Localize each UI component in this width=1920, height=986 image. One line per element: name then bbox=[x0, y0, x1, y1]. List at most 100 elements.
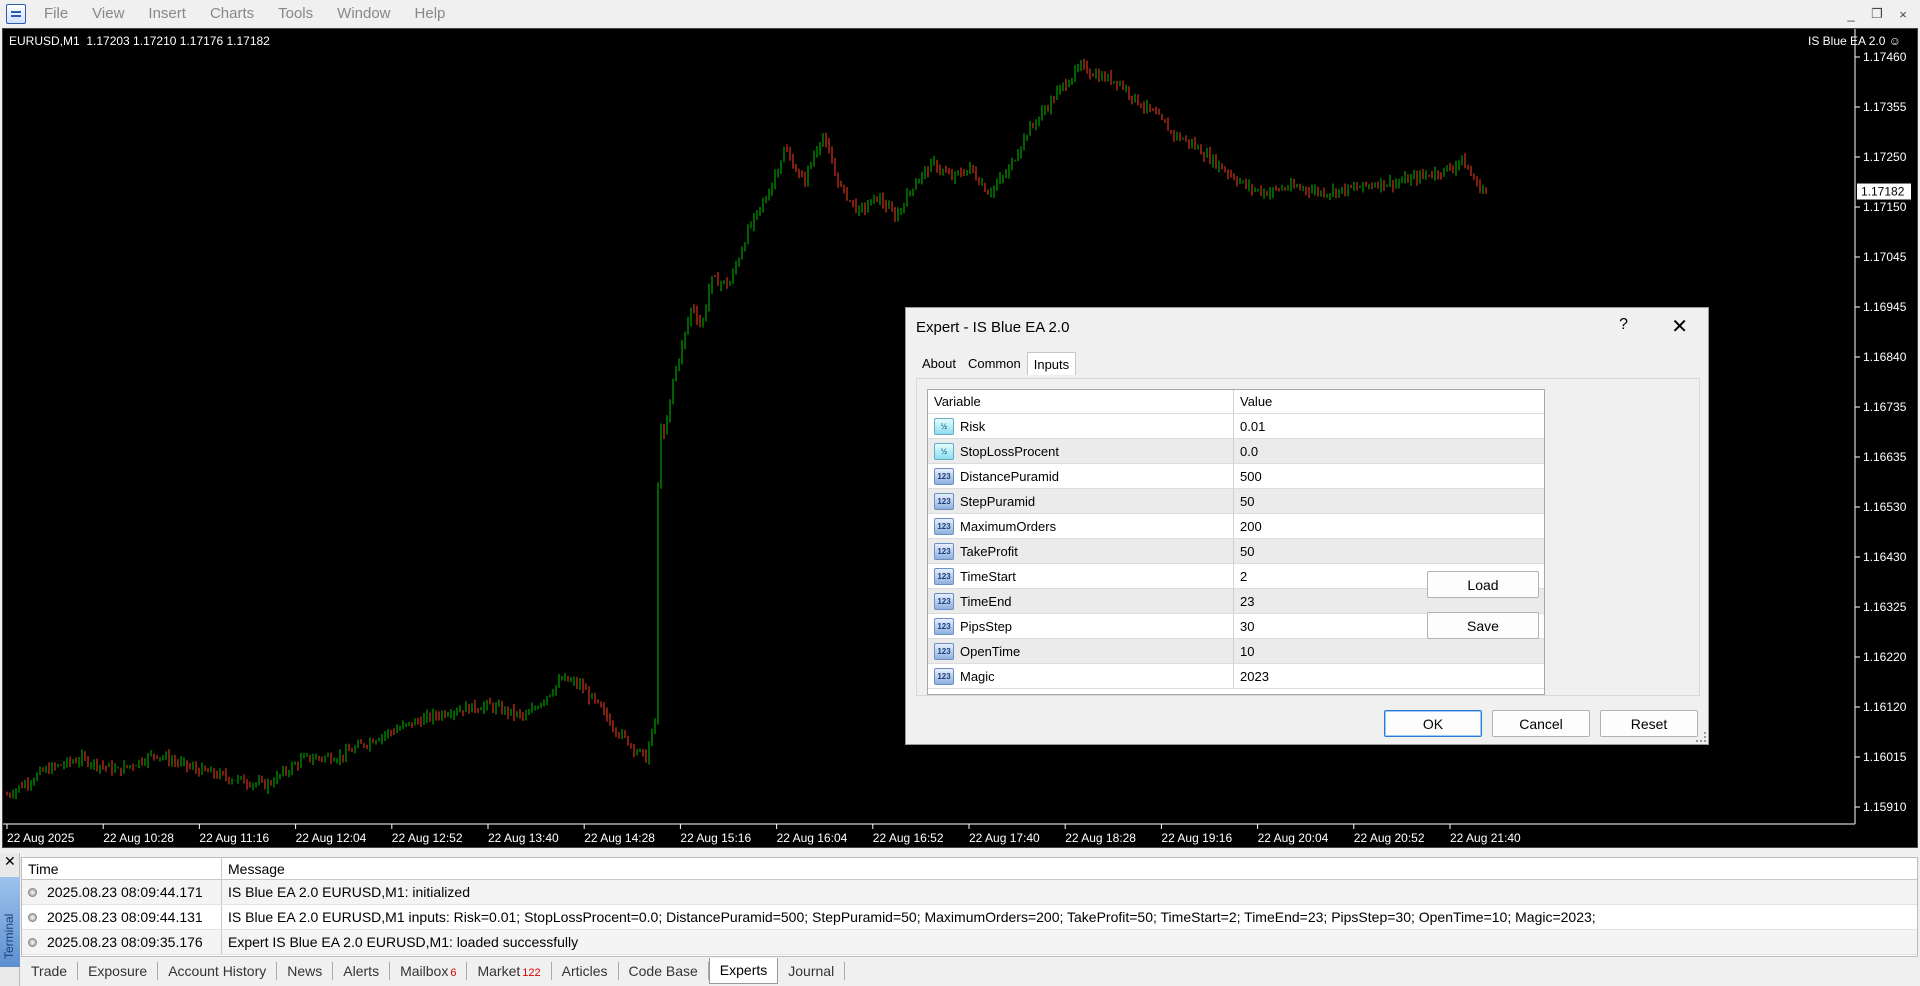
tab-label: Code Base bbox=[628, 963, 698, 979]
column-message[interactable]: Message bbox=[222, 858, 1917, 879]
tab-label: Account History bbox=[168, 963, 267, 979]
reset-button[interactable]: Reset bbox=[1600, 710, 1698, 737]
input-variable: 123 StepPuramid bbox=[928, 489, 1234, 513]
tab-articles[interactable]: Articles bbox=[552, 962, 619, 980]
integer-icon: 123 bbox=[934, 542, 954, 560]
minimize-icon[interactable]: _ bbox=[1838, 7, 1864, 22]
expert-label: IS Blue EA 2.0 ☺ bbox=[1808, 34, 1901, 48]
restore-icon[interactable]: ❐ bbox=[1864, 6, 1890, 22]
integer-icon: 123 bbox=[934, 592, 954, 610]
time-label: 22 Aug 10:28 bbox=[103, 831, 174, 845]
price-label: 1.16735 bbox=[1863, 400, 1907, 414]
table-row[interactable]: 123 StepPuramid 50 bbox=[928, 489, 1544, 514]
tab-common[interactable]: Common bbox=[962, 352, 1027, 375]
tab-trade[interactable]: Trade bbox=[21, 962, 79, 980]
table-row[interactable]: 123 MaximumOrders 200 bbox=[928, 514, 1544, 539]
menu-tools[interactable]: Tools bbox=[266, 0, 325, 28]
log-row[interactable]: 2025.08.23 08:09:44.131 IS Blue EA 2.0 EU… bbox=[22, 905, 1917, 930]
log-message: IS Blue EA 2.0 EURUSD,M1: initialized bbox=[228, 884, 470, 900]
log-message: Expert IS Blue EA 2.0 EURUSD,M1: loaded … bbox=[228, 934, 579, 950]
double-icon: ½ bbox=[934, 417, 954, 435]
table-row[interactable]: 123 TakeProfit 50 bbox=[928, 539, 1544, 564]
table-header: Variable Value bbox=[928, 390, 1544, 414]
log-header: Time Message bbox=[22, 858, 1917, 880]
time-label: 22 Aug 12:52 bbox=[392, 831, 463, 845]
menu-file[interactable]: File bbox=[32, 0, 80, 28]
input-variable-name: TakeProfit bbox=[960, 543, 1018, 559]
dialog-tabs: About Common Inputs bbox=[916, 352, 1077, 375]
close-icon[interactable]: ✕ bbox=[4, 853, 16, 870]
menu-insert[interactable]: Insert bbox=[136, 0, 198, 28]
terminal-sidebar: ✕ Terminal bbox=[0, 853, 20, 986]
inputs-table: Variable Value ½ Risk 0.01 ½ StopLossProcent… bbox=[927, 389, 1545, 695]
input-variable: ½ StopLossProcent bbox=[928, 439, 1234, 463]
input-variable: 123 TimeStart bbox=[928, 564, 1234, 588]
price-label: 1.16945 bbox=[1863, 300, 1907, 314]
input-variable-name: DistancePuramid bbox=[960, 468, 1059, 484]
tab-exposure[interactable]: Exposure bbox=[78, 962, 159, 980]
input-variable: 123 OpenTime bbox=[928, 639, 1234, 663]
menu-window[interactable]: Window bbox=[325, 0, 402, 28]
table-row[interactable]: 123 Magic 2023 bbox=[928, 664, 1544, 689]
tab-label: Experts bbox=[719, 962, 768, 978]
integer-icon: 123 bbox=[934, 467, 954, 485]
input-value[interactable]: 500 bbox=[1234, 464, 1544, 488]
tab-alerts[interactable]: Alerts bbox=[333, 962, 391, 980]
input-value[interactable]: 0.01 bbox=[1234, 414, 1544, 438]
input-value[interactable]: 10 bbox=[1234, 639, 1544, 663]
tab-inputs[interactable]: Inputs bbox=[1026, 352, 1077, 375]
price-label: 1.17355 bbox=[1863, 100, 1907, 114]
tab-label: Trade bbox=[31, 963, 68, 979]
resize-grip-icon[interactable] bbox=[1696, 732, 1706, 742]
log-row[interactable]: 2025.08.23 08:09:44.171 IS Blue EA 2.0 EU… bbox=[22, 880, 1917, 905]
integer-icon: 123 bbox=[934, 617, 954, 635]
tab-code-base[interactable]: Code Base bbox=[619, 962, 709, 980]
close-icon[interactable]: ✕ bbox=[1671, 314, 1688, 339]
log-row[interactable]: 2025.08.23 08:09:35.176 Expert IS Blue EA… bbox=[22, 930, 1917, 955]
menu-charts[interactable]: Charts bbox=[198, 0, 266, 28]
tab-experts[interactable]: Experts bbox=[708, 958, 779, 984]
tab-label: Mailbox bbox=[400, 963, 449, 979]
column-variable[interactable]: Variable bbox=[928, 390, 1234, 413]
column-time[interactable]: Time bbox=[22, 858, 222, 879]
log-time-text: 2025.08.23 08:09:44.171 bbox=[47, 884, 203, 900]
integer-icon: 123 bbox=[934, 517, 954, 535]
input-value[interactable]: 50 bbox=[1234, 539, 1544, 563]
input-variable: ½ Risk bbox=[928, 414, 1234, 438]
input-variable: 123 TakeProfit bbox=[928, 539, 1234, 563]
input-value[interactable]: 0.0 bbox=[1234, 439, 1544, 463]
time-label: 22 Aug 20:04 bbox=[1258, 831, 1329, 845]
input-variable-name: Risk bbox=[960, 418, 986, 434]
menu-help[interactable]: Help bbox=[403, 0, 458, 28]
log-time: 2025.08.23 08:09:44.171 bbox=[22, 880, 222, 904]
price-label: 1.16430 bbox=[1863, 550, 1907, 564]
price-label: 1.15910 bbox=[1863, 800, 1907, 814]
table-row[interactable]: 123 DistancePuramid 500 bbox=[928, 464, 1544, 489]
tab-journal[interactable]: Journal bbox=[778, 962, 846, 980]
tab-mailbox[interactable]: Mailbox 6 bbox=[390, 962, 468, 980]
table-row[interactable]: 123 OpenTime 10 bbox=[928, 639, 1544, 664]
table-row[interactable]: ½ StopLossProcent 0.0 bbox=[928, 439, 1544, 464]
price-label: 1.16120 bbox=[1863, 700, 1907, 714]
input-variable: 123 Magic bbox=[928, 664, 1234, 688]
load-button[interactable]: Load bbox=[1427, 571, 1539, 598]
expert-properties-dialog: Expert - IS Blue EA 2.0 ? ✕ About Common… bbox=[905, 307, 1709, 745]
input-value[interactable]: 200 bbox=[1234, 514, 1544, 538]
input-value[interactable]: 50 bbox=[1234, 489, 1544, 513]
input-value[interactable]: 2023 bbox=[1234, 664, 1544, 688]
menu-bar: File View Insert Charts Tools Window Hel… bbox=[0, 0, 1920, 28]
menu-view[interactable]: View bbox=[80, 0, 136, 28]
column-value[interactable]: Value bbox=[1234, 390, 1544, 413]
time-label: 22 Aug 13:40 bbox=[488, 831, 559, 845]
table-row[interactable]: ½ Risk 0.01 bbox=[928, 414, 1544, 439]
tab-market[interactable]: Market 122 bbox=[467, 962, 552, 980]
cancel-button[interactable]: Cancel bbox=[1492, 710, 1590, 737]
tab-account-history[interactable]: Account History bbox=[158, 962, 278, 980]
input-variable-name: TimeEnd bbox=[960, 593, 1012, 609]
tab-news[interactable]: News bbox=[277, 962, 334, 980]
close-icon[interactable]: × bbox=[1890, 7, 1916, 22]
help-icon[interactable]: ? bbox=[1619, 316, 1628, 334]
tab-about[interactable]: About bbox=[916, 352, 962, 375]
ok-button[interactable]: OK bbox=[1384, 710, 1482, 737]
save-button[interactable]: Save bbox=[1427, 612, 1539, 639]
